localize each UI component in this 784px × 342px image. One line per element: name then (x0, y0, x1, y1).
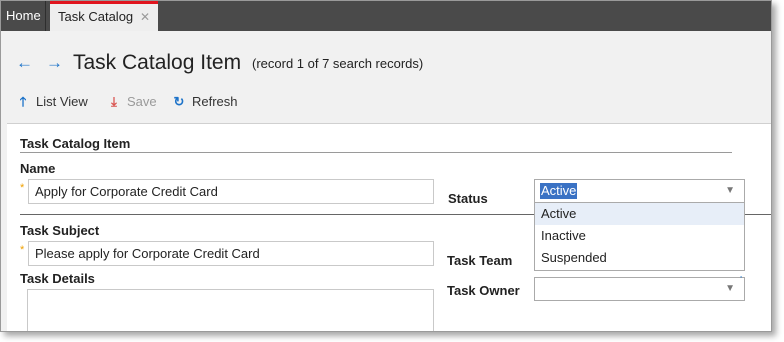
task-subject-field[interactable]: Please apply for Corporate Credit Card (28, 241, 434, 266)
record-info: (record 1 of 7 search records) (252, 56, 424, 71)
name-label: Name (20, 161, 56, 176)
arrow-up-icon: 🡑 (19, 94, 27, 109)
task-subject-label: Task Subject (20, 223, 100, 238)
status-option-suspended[interactable]: Suspended (535, 247, 744, 269)
required-marker: * (20, 244, 25, 256)
resize-grip-icon[interactable]: ⠠ (737, 271, 743, 280)
tab-bar: Home Task Catalog ✕ (1, 1, 771, 31)
section-divider (20, 152, 732, 153)
required-marker: * (20, 182, 25, 194)
task-owner-label: Task Owner (447, 283, 520, 298)
task-details-textarea[interactable] (27, 289, 434, 331)
download-icon: ⤓ (111, 94, 117, 109)
name-field[interactable]: Apply for Corporate Credit Card (28, 179, 434, 204)
page-title: Task Catalog Item (73, 51, 242, 74)
back-arrow-icon[interactable]: ← (16, 54, 33, 72)
task-details-label: Task Details (20, 271, 95, 286)
status-option-active[interactable]: Active (535, 203, 744, 225)
refresh-label: Refresh (192, 94, 238, 109)
list-view-label: List View (36, 94, 88, 109)
chevron-down-icon[interactable]: ▼ (725, 180, 735, 202)
section-title: Task Catalog Item (20, 136, 131, 151)
task-owner-select[interactable]: ▼ (534, 277, 745, 301)
status-select[interactable]: Active ▼ (534, 179, 745, 203)
close-icon[interactable]: ✕ (140, 4, 150, 30)
app-window: Home Task Catalog ✕ ← → Task Catalog Ite… (0, 0, 772, 332)
status-dropdown-list: Active Inactive Suspended (534, 203, 745, 271)
tab-task-catalog[interactable]: Task Catalog ✕ (50, 1, 158, 31)
status-selected-value: Active (540, 183, 578, 199)
list-view-button[interactable]: 🡑 List View (16, 93, 88, 111)
tab-home[interactable]: Home (1, 1, 46, 31)
save-label: Save (127, 94, 157, 109)
status-option-inactive[interactable]: Inactive (535, 225, 744, 247)
task-team-label: Task Team (447, 253, 513, 268)
tab-label: Task Catalog (58, 9, 134, 24)
status-label: Status (448, 191, 488, 206)
refresh-icon: ↻ (173, 94, 185, 109)
chevron-down-icon[interactable]: ▼ (725, 278, 735, 300)
save-button[interactable]: ⤓ Save (107, 93, 157, 111)
forward-arrow-icon[interactable]: → (46, 54, 63, 72)
refresh-button[interactable]: ↻ Refresh (172, 93, 238, 111)
